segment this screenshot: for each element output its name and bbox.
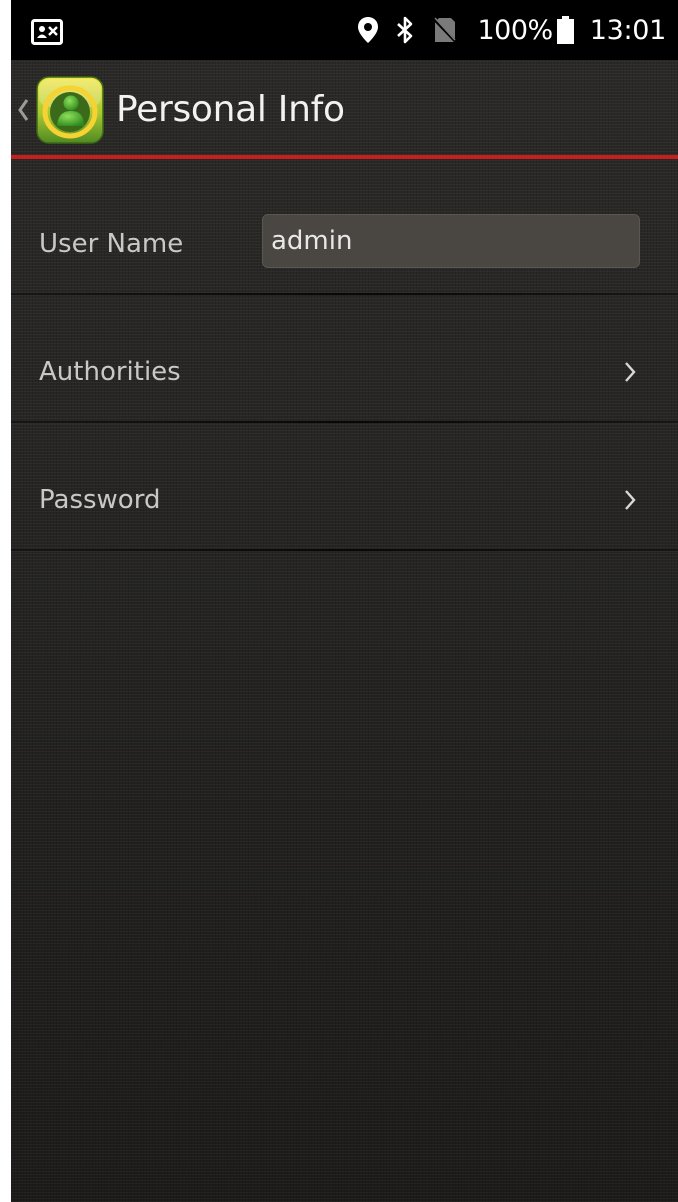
status-bar: 100% 13:01 (11, 0, 678, 60)
phone-screen: 100% 13:01 Personal Info User Name admin… (11, 0, 678, 1202)
row-divider (11, 549, 678, 552)
bluetooth-icon (395, 16, 415, 44)
battery-icon (556, 16, 574, 44)
contact-card-icon (31, 19, 63, 45)
back-chevron-icon[interactable] (16, 96, 30, 124)
row-authorities[interactable]: Authorities (11, 296, 678, 424)
chevron-right-icon (623, 488, 637, 512)
battery-percent: 100% (477, 14, 553, 46)
title-bar: Personal Info (11, 60, 678, 156)
chevron-right-icon (623, 360, 637, 384)
title-underline (11, 155, 678, 159)
password-label: Password (39, 485, 161, 515)
location-icon (357, 16, 379, 44)
row-password[interactable]: Password (11, 424, 678, 552)
clock: 13:01 (589, 14, 667, 46)
authorities-label: Authorities (39, 357, 181, 387)
no-sim-icon (433, 17, 458, 43)
user-name-input[interactable] (262, 214, 640, 268)
user-name-label: User Name (39, 229, 184, 259)
page-title: Personal Info (116, 89, 345, 130)
app-logo-icon[interactable] (36, 76, 104, 144)
